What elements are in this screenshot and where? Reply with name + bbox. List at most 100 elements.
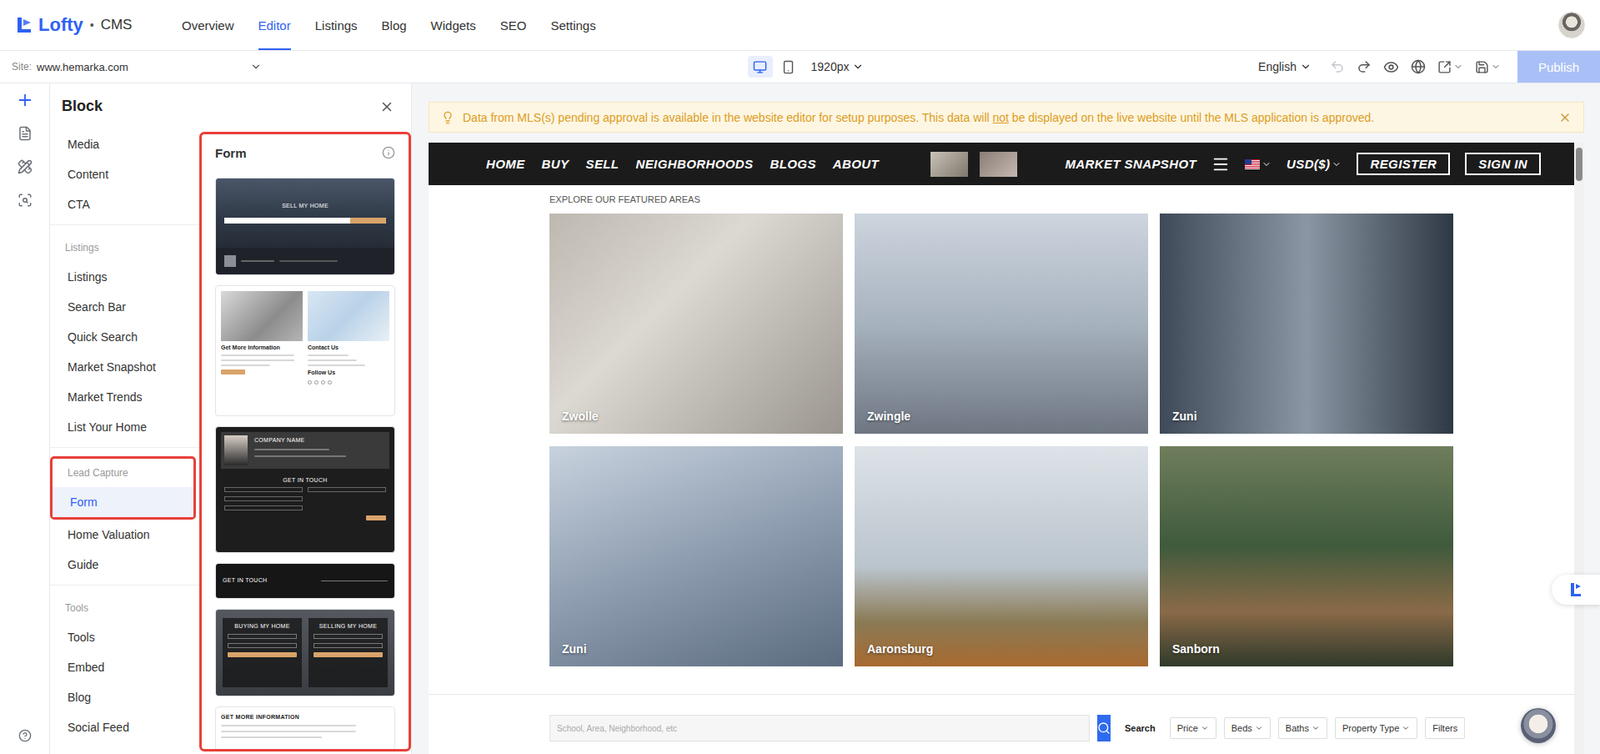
globe-button[interactable]	[1410, 59, 1426, 75]
form-template-thumbnail[interactable]: COMPANY NAMEGET IN TOUCH	[215, 426, 396, 553]
nav-tab[interactable]: Editor	[258, 0, 291, 51]
preview-scrollbar[interactable]	[1574, 142, 1585, 754]
area-tile[interactable]: Zuni	[549, 446, 843, 667]
close-button[interactable]	[379, 99, 395, 115]
lightbulb-icon	[441, 110, 455, 125]
site-nav-link[interactable]: SELL	[585, 156, 619, 171]
nav-tab[interactable]: Widgets	[431, 0, 477, 51]
header-image	[979, 151, 1018, 177]
widget-tab[interactable]	[1551, 574, 1600, 605]
site-header: HOME BUY SELL NEIGHBORHOODS BLOGS ABOUT MARKET…	[428, 142, 1575, 186]
area-tile[interactable]: Zwingle	[854, 213, 1149, 434]
thumbnail-box: SELLING MY HOME	[308, 617, 388, 688]
block-group: ToolsToolsEmbedBlogSocial Feed	[50, 584, 200, 748]
block-category-item[interactable]: List Your Home	[50, 411, 200, 442]
area-tile[interactable]: Zwolle	[549, 213, 843, 434]
sign-in-button[interactable]: SIGN IN	[1464, 152, 1541, 176]
block-panel: BlockMediaContentCTAListingsListingsSear…	[50, 83, 412, 754]
form-template-thumbnail[interactable]: GET MORE INFORMATION	[215, 706, 396, 752]
filter-button[interactable]: Baths	[1278, 717, 1328, 739]
site-nav-link[interactable]: BUY	[541, 156, 570, 171]
thumbnail-title: SELL MY HOME	[281, 202, 329, 210]
site-nav: HOME BUY SELL NEIGHBORHOODS BLOGS ABOUT	[486, 156, 879, 171]
thumbnail-photo	[220, 290, 303, 342]
rail-button[interactable]	[8, 150, 42, 184]
block-category-item[interactable]: Content	[50, 159, 200, 190]
nav-tab[interactable]: Listings	[315, 0, 358, 51]
thumbnail-contact-title: Contact Us	[307, 344, 390, 352]
history-button[interactable]	[1356, 59, 1372, 75]
rail-button[interactable]	[8, 116, 42, 151]
publish-button[interactable]: Publish	[1517, 50, 1600, 83]
block-category-item[interactable]: Market Trends	[50, 381, 200, 412]
block-category-item[interactable]: Quick Search	[50, 321, 200, 352]
open-button[interactable]	[1437, 60, 1464, 75]
block-category-item[interactable]: CTA	[50, 189, 200, 220]
user-avatar[interactable]	[1558, 11, 1585, 39]
form-template-thumbnail[interactable]: BUYING MY HOMESELLING MY HOME	[215, 608, 396, 697]
market-snapshot-link[interactable]: MARKET SNAPSHOT	[1064, 156, 1197, 171]
area-name: Zuni	[1172, 409, 1198, 423]
info-button[interactable]	[381, 145, 396, 160]
currency-select[interactable]: USD($)	[1286, 156, 1342, 171]
rail-button[interactable]	[8, 83, 42, 117]
chat-avatar[interactable]	[1520, 707, 1556, 743]
register-button[interactable]: REGISTER	[1356, 152, 1450, 176]
lofty-logo-icon	[15, 15, 34, 35]
device-button[interactable]	[747, 55, 773, 78]
block-category-item[interactable]: Tools	[50, 621, 200, 653]
language-select[interactable]: English	[1258, 60, 1312, 74]
form-template-thumbnail[interactable]: Get More InformationContact UsFollow Us	[215, 285, 396, 417]
block-category-item[interactable]: Home Valuation	[50, 519, 200, 550]
filter-button[interactable]: Price	[1169, 717, 1217, 739]
nav-tab[interactable]: Blog	[381, 0, 407, 51]
notice-close-button[interactable]	[1558, 110, 1572, 125]
search-button[interactable]: Search	[1118, 722, 1163, 733]
eye-icon	[1383, 59, 1400, 76]
area-tile[interactable]: Zuni	[1159, 213, 1454, 434]
width-select[interactable]: 1920px	[811, 60, 865, 74]
site-select[interactable]: Site:www.hemarka.com	[11, 60, 262, 74]
nav-tab[interactable]: Settings	[550, 0, 596, 51]
highlight-box: Lead CaptureForm	[50, 456, 196, 520]
site-nav-link[interactable]: HOME	[486, 156, 526, 171]
area-tile[interactable]: Aaronsburg	[854, 446, 1149, 667]
form-template-thumbnail[interactable]: SELL MY HOME	[215, 177, 396, 276]
area-name: Zwingle	[867, 409, 911, 423]
header-image	[930, 151, 969, 177]
nav-tab[interactable]: SEO	[500, 0, 527, 51]
filter-button[interactable]: Filters	[1424, 717, 1465, 739]
site-nav-link[interactable]: NEIGHBORHOODS	[635, 156, 753, 171]
featured-areas-grid: ZwolleZwingleZuniZuniAaronsburgSanborn	[549, 213, 1454, 667]
area-tile[interactable]: Sanborn	[1159, 446, 1454, 667]
chevron-down-icon	[1401, 723, 1410, 733]
block-category-item[interactable]: Search Bar	[50, 291, 200, 322]
site-nav-link[interactable]: BLOGS	[769, 156, 816, 171]
block-category-item[interactable]: Listings	[50, 261, 200, 292]
save-button[interactable]	[1474, 60, 1501, 75]
filter-button[interactable]: Beds	[1223, 717, 1271, 739]
menu-button[interactable]	[1211, 155, 1230, 174]
scrollbar-thumb[interactable]	[1575, 147, 1583, 181]
form-template-thumbnail[interactable]: GET IN TOUCH	[215, 562, 396, 599]
logo[interactable]: Lofty•CMS	[15, 0, 166, 51]
preview-button[interactable]	[1383, 59, 1400, 76]
block-category-item[interactable]: Guide	[50, 549, 200, 580]
block-category-item[interactable]: Market Snapshot	[50, 351, 200, 382]
block-category-item[interactable]: Media	[50, 129, 200, 160]
filter-button[interactable]: Property Type	[1334, 717, 1418, 739]
block-category-item[interactable]: Form	[52, 486, 194, 517]
history-button[interactable]	[1329, 59, 1345, 75]
nav-tab[interactable]: Overview	[181, 0, 235, 51]
language-flag-select[interactable]	[1244, 159, 1272, 170]
site-nav-link[interactable]: ABOUT	[832, 156, 879, 171]
currency-label: USD($)	[1286, 156, 1330, 171]
block-category-item[interactable]: Blog	[50, 682, 200, 713]
device-button[interactable]	[776, 55, 802, 78]
block-category-item[interactable]: Social Feed	[50, 712, 200, 743]
block-category-item[interactable]: Embed	[50, 652, 200, 683]
help-button[interactable]	[8, 718, 42, 753]
search-icon-button[interactable]	[1097, 714, 1111, 742]
search-input[interactable]: School, Area, Neighborhood, etc	[549, 714, 1090, 742]
rail-button[interactable]	[8, 183, 42, 217]
